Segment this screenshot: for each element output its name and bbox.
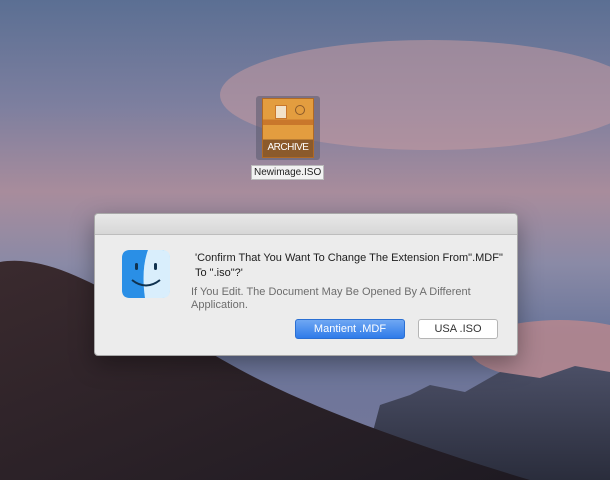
finder-icon [122,250,170,298]
archive-doc-shape [275,105,287,119]
file-name-label[interactable]: Newimage.ISO [251,165,325,180]
extension-change-dialog: 'Confirm That You Want To Change The Ext… [94,213,518,356]
archive-file-icon[interactable]: ARCHIVE [256,96,320,160]
dialog-titlebar [95,214,517,235]
archive-icon: ARCHIVE [262,98,314,158]
archive-icon-label: ARCHIVE [267,142,309,153]
dialog-message-title: 'Confirm That You Want To Change The Ext… [195,252,503,279]
keep-mdf-button[interactable]: Mantient .MDF [295,319,405,339]
use-iso-button[interactable]: USA .ISO [418,319,498,339]
dialog-message-body: If You Edit. The Document May Be Opened … [191,286,471,311]
archive-knob-shape [295,105,305,115]
